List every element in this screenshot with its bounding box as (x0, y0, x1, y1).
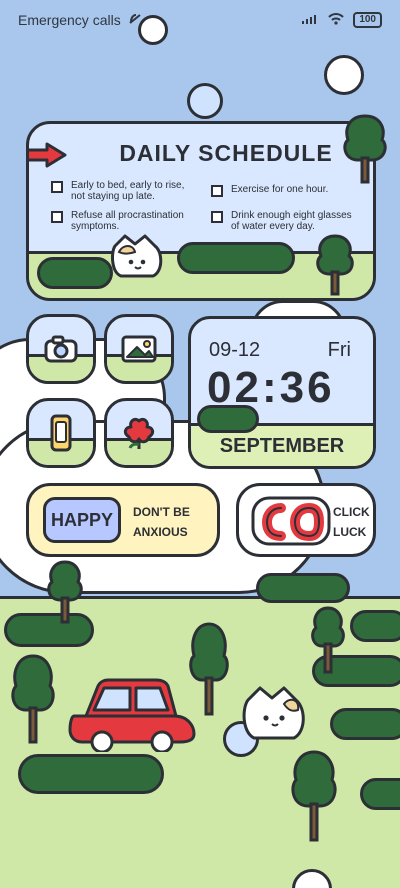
red-car-illustration (68, 678, 196, 752)
wifi-icon (327, 12, 345, 29)
tree-illustration (11, 654, 55, 744)
bush (37, 257, 113, 289)
phone-icon (50, 414, 72, 452)
schedule-title: DAILY SCHEDULE (119, 140, 333, 166)
bush (177, 242, 295, 274)
task-text: Refuse all procrastination symptoms. (71, 210, 184, 232)
luck-line-2: LUCK (333, 525, 367, 539)
happy-badge: HAPPY (43, 497, 121, 543)
bush (330, 708, 400, 740)
arrow-icon (29, 142, 67, 168)
tree-illustration (291, 750, 337, 842)
status-left: Emergency calls (18, 11, 143, 30)
battery-level: 100 (359, 14, 376, 25)
luck-line-1: CLICK (333, 505, 370, 519)
battery-icon: 100 (353, 12, 382, 28)
camera-icon (44, 335, 78, 363)
task-item[interactable]: Refuse all procrastination symptoms. (51, 210, 196, 232)
task-item[interactable]: Drink enough eight glasses of water ever… (211, 210, 356, 232)
signal-icon (301, 12, 319, 28)
checkbox[interactable] (211, 185, 223, 197)
cat-illustration (242, 686, 305, 740)
emergency-calls-text: Emergency calls (18, 12, 121, 28)
mood-line-2: ANXIOUS (133, 525, 188, 539)
status-right: 100 (301, 12, 382, 29)
tree-illustration (343, 114, 387, 184)
home-screen: Emergency calls 100 DAILY SCHEDULE Early… (0, 0, 400, 888)
gallery-icon (121, 335, 157, 363)
camera-app-tile[interactable] (26, 314, 96, 384)
mood-widget[interactable]: HAPPY DON'T BE ANXIOUS (26, 483, 220, 557)
phone-app-tile[interactable] (26, 398, 96, 468)
luck-dice-icon (251, 496, 331, 546)
tree-illustration (316, 234, 354, 296)
flower-icon (123, 417, 155, 449)
task-item[interactable]: Early to bed, early to rise, not staying… (51, 180, 196, 202)
bubble (324, 55, 364, 95)
no-sim-icon (127, 11, 143, 30)
task-text: Exercise for one hour. (231, 184, 329, 195)
checkbox[interactable] (211, 211, 223, 223)
bush (197, 405, 259, 433)
task-item[interactable]: Exercise for one hour. (211, 184, 356, 197)
bush (360, 778, 400, 810)
task-text: Early to bed, early to rise, not staying… (71, 180, 185, 202)
bush (18, 754, 164, 794)
clock-day: Fri (327, 339, 351, 361)
tree-illustration (47, 560, 83, 624)
cat-illustration (111, 234, 163, 278)
status-bar: Emergency calls 100 (18, 10, 382, 30)
daily-schedule-widget[interactable]: DAILY SCHEDULE Early to bed, early to ri… (26, 121, 376, 301)
checkbox[interactable] (51, 211, 63, 223)
bush (350, 610, 400, 642)
bush (256, 573, 350, 603)
clock-widget[interactable]: 09-12 Fri 02:36 SEPTEMBER (188, 316, 376, 469)
gallery-app-tile[interactable] (104, 314, 174, 384)
clock-date: 09-12 (209, 339, 261, 361)
bubble (187, 83, 223, 119)
mood-line-1: DON'T BE (133, 505, 190, 519)
luck-widget[interactable]: CLICK LUCK (236, 483, 376, 557)
tree-illustration (311, 606, 345, 674)
task-text: Drink enough eight glasses of water ever… (231, 210, 352, 232)
flower-app-tile[interactable] (104, 398, 174, 468)
checkbox[interactable] (51, 181, 63, 193)
